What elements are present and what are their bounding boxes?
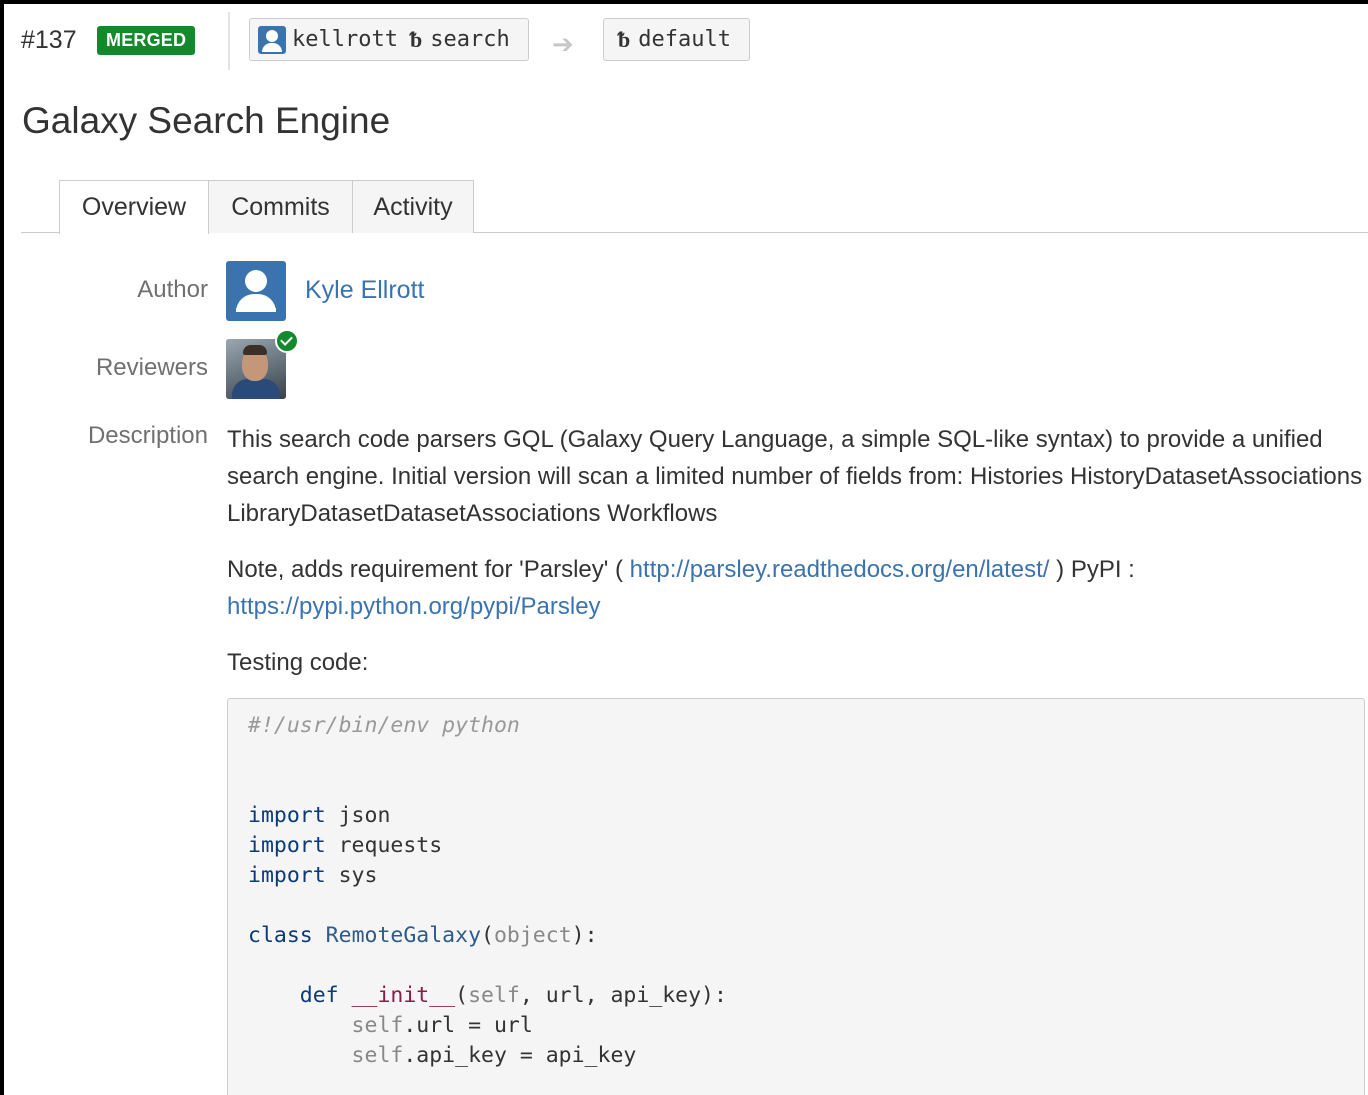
user-icon xyxy=(258,25,286,54)
pr-number: #137 xyxy=(21,26,77,54)
author-name-link[interactable]: Kyle Ellrott xyxy=(305,276,424,305)
arrow-right-icon: ➔ xyxy=(552,29,574,59)
code-builtin: self xyxy=(248,1013,404,1038)
code-keyword: import xyxy=(248,833,326,858)
pull-request-page: #137 MERGED kellrott ᵬ search ➔ ᵬ defaul… xyxy=(4,4,1368,1095)
tab-commits[interactable]: Commits xyxy=(209,180,353,233)
note-text: Note, adds requirement for 'Parsley' ( xyxy=(227,556,630,583)
author-label: Author xyxy=(137,276,208,303)
code-class-name: RemoteGalaxy xyxy=(312,923,482,948)
target-branch: default xyxy=(638,27,731,52)
reviewers-label: Reviewers xyxy=(95,354,208,381)
code-function-name: __init__ xyxy=(338,983,456,1008)
tab-overview[interactable]: Overview xyxy=(59,180,209,234)
parsley-docs-link[interactable]: http://parsley.readthedocs.org/en/latest… xyxy=(630,556,1050,583)
description-paragraph: This search code parsers GQL (Galaxy Que… xyxy=(227,426,1363,527)
code-keyword: class xyxy=(248,923,313,948)
pypi-parsley-link[interactable]: https://pypi.python.org/pypi/Parsley xyxy=(227,593,601,620)
branch-icon: ᵬ xyxy=(409,27,423,53)
code-keyword: import xyxy=(248,803,326,828)
branch-icon: ᵬ xyxy=(618,27,631,53)
description-body: This search code parsers GQL (Galaxy Que… xyxy=(227,421,1368,700)
author-avatar[interactable] xyxy=(226,261,286,321)
target-branch-box[interactable]: ᵬ default xyxy=(603,18,750,61)
approved-check-icon xyxy=(275,329,299,353)
code-keyword: def xyxy=(248,983,339,1008)
source-user: kellrott xyxy=(292,27,398,52)
code-text: .url = url xyxy=(403,1013,533,1038)
code-text: ( xyxy=(481,923,494,948)
testing-label: Testing code: xyxy=(227,649,369,676)
source-branch: search xyxy=(430,27,510,52)
code-builtin: object xyxy=(493,923,572,948)
source-branch-box[interactable]: kellrott ᵬ search xyxy=(249,18,529,61)
tab-activity[interactable]: Activity xyxy=(353,180,474,233)
divider xyxy=(228,12,230,70)
code-text: ): xyxy=(571,923,598,948)
code-builtin: self xyxy=(468,983,520,1008)
code-keyword: import xyxy=(248,863,326,888)
code-text: json xyxy=(325,803,391,828)
code-builtin: self xyxy=(248,1043,404,1068)
page-title: Galaxy Search Engine xyxy=(22,100,391,141)
status-badge: MERGED xyxy=(97,26,196,55)
description-label: Description xyxy=(87,422,208,449)
code-text: sys xyxy=(325,863,378,888)
code-shebang: #!/usr/bin/env python xyxy=(248,713,520,738)
code-text: , url, api_key): xyxy=(519,983,727,1008)
note-text-pypi: ) PyPI : xyxy=(1049,556,1135,583)
code-text: ( xyxy=(455,983,469,1008)
code-text: requests xyxy=(325,833,443,858)
code-text: .api_key = api_key xyxy=(403,1043,637,1068)
note-paragraph: Note, adds requirement for 'Parsley' ( h… xyxy=(227,551,1368,625)
code-block: #!/usr/bin/env python import json import… xyxy=(227,698,1365,1095)
